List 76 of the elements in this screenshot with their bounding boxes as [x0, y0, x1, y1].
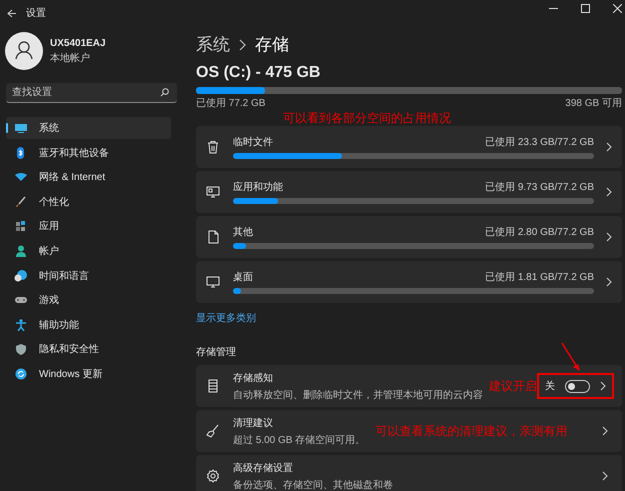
- account-name: UX5401EAJ: [50, 38, 106, 48]
- sync-icon: [14, 368, 28, 380]
- breadcrumb-parent[interactable]: 系统: [196, 33, 230, 56]
- gear-icon: [206, 469, 220, 483]
- account-type: 本地帐户: [50, 52, 91, 64]
- annotation-text: 建议开启: [489, 378, 537, 394]
- setting-description: 备份选项、存储空间、其他磁盘和卷: [233, 478, 393, 491]
- category-usage: 已使用 2.80 GB/77.2 GB: [485, 226, 594, 239]
- broom-icon: [206, 424, 220, 438]
- page-title: 存储: [255, 34, 289, 56]
- category-usage: 已使用 1.81 GB/77.2 GB: [485, 271, 594, 284]
- free-label: 398 GB 可用: [565, 97, 622, 110]
- section-heading: 存储管理: [196, 346, 237, 359]
- nav-item[interactable]: 应用: [6, 215, 171, 238]
- show-more-link[interactable]: 显示更多类别: [196, 311, 622, 325]
- nav-item[interactable]: 辅助功能: [6, 314, 171, 336]
- nav-item[interactable]: 个性化: [6, 190, 171, 213]
- accessibility-icon: [14, 318, 28, 331]
- setting-card[interactable]: 高级存储设置 备份选项、存储空间、其他磁盘和卷: [196, 455, 622, 491]
- used-label: 已使用 77.2 GB: [196, 97, 266, 110]
- category-card[interactable]: 临时文件 已使用 23.3 GB/77.2 GB: [196, 126, 622, 168]
- category-usage: 已使用 23.3 GB/77.2 GB: [485, 136, 594, 149]
- toggle-state-label: 关: [545, 380, 555, 393]
- avatar-icon: [5, 32, 43, 70]
- setting-card[interactable]: 存储感知 自动释放空间、删除临时文件，并管理本地可用的云内容 建议开启 关: [196, 365, 622, 407]
- annotation-text: 可以看到各部分空间的占用情况: [283, 110, 452, 126]
- setting-title: 高级存储设置: [233, 462, 294, 474]
- category-name: 临时文件: [233, 136, 273, 149]
- category-card[interactable]: 应用和功能 已使用 9.73 GB/77.2 GB: [196, 171, 622, 213]
- category-card[interactable]: 桌面 已使用 1.81 GB/77.2 GB: [196, 261, 622, 303]
- nav-item[interactable]: 隐私和安全性: [6, 338, 171, 360]
- category-name: 应用和功能: [233, 180, 283, 194]
- chevron-icon: [606, 187, 612, 197]
- trash-icon: [206, 140, 220, 154]
- drive-title: OS (C:) - 475 GB: [196, 64, 322, 82]
- annotation-text: 可以查看系统的清理建议，亲测有用: [375, 422, 568, 440]
- setting-title: 清理建议: [233, 416, 274, 430]
- nav-item[interactable]: 网络 & Internet: [6, 166, 171, 188]
- nav-item[interactable]: 蓝牙和其他设备: [6, 142, 171, 164]
- category-usage: 已使用 9.73 GB/77.2 GB: [485, 181, 594, 194]
- setting-title: 存储感知: [233, 372, 274, 384]
- monitor-apps-icon: [206, 185, 220, 199]
- chevron-icon: [602, 471, 608, 481]
- window-title: 设置: [26, 6, 46, 20]
- document-icon: [206, 230, 220, 244]
- monitor-icon: [206, 275, 220, 289]
- nav-item[interactable]: Windows 更新: [6, 362, 171, 385]
- brush-icon: [14, 196, 28, 208]
- search-field[interactable]: 查找设置: [6, 83, 177, 103]
- chevron-icon: [606, 232, 612, 242]
- chevron-icon: [600, 381, 606, 391]
- setting-description: 自动释放空间、删除临时文件，并管理本地可用的云内容: [233, 388, 483, 402]
- wifi-icon: [14, 171, 28, 184]
- shield-icon: [14, 343, 28, 356]
- annotation-arrow: [560, 342, 582, 372]
- search-icon: [160, 88, 169, 97]
- chevron-icon: [602, 426, 608, 436]
- chevron-icon: [239, 38, 246, 50]
- category-name: 其他: [233, 226, 253, 239]
- nav-item[interactable]: 游戏: [6, 289, 171, 312]
- storage-icon: [206, 379, 220, 393]
- nav-item[interactable]: 帐户: [6, 240, 171, 262]
- apps-icon: [14, 220, 28, 232]
- close-icon[interactable]: [613, 4, 622, 12]
- chevron-icon: [606, 277, 612, 287]
- monitor-icon: [14, 122, 28, 134]
- setting-description: 超过 5.00 GB 存储空间可用。: [233, 434, 366, 446]
- category-name: 桌面: [233, 270, 253, 284]
- person-icon: [14, 244, 28, 257]
- nav-item[interactable]: 系统: [6, 117, 171, 139]
- toggle-switch[interactable]: [565, 380, 590, 392]
- category-card[interactable]: 其他 已使用 2.80 GB/77.2 GB: [196, 216, 622, 258]
- nav-item[interactable]: 时间和语言: [6, 264, 171, 287]
- back-icon[interactable]: [7, 8, 17, 18]
- chevron-icon: [606, 142, 612, 152]
- maximize-icon[interactable]: [581, 4, 590, 12]
